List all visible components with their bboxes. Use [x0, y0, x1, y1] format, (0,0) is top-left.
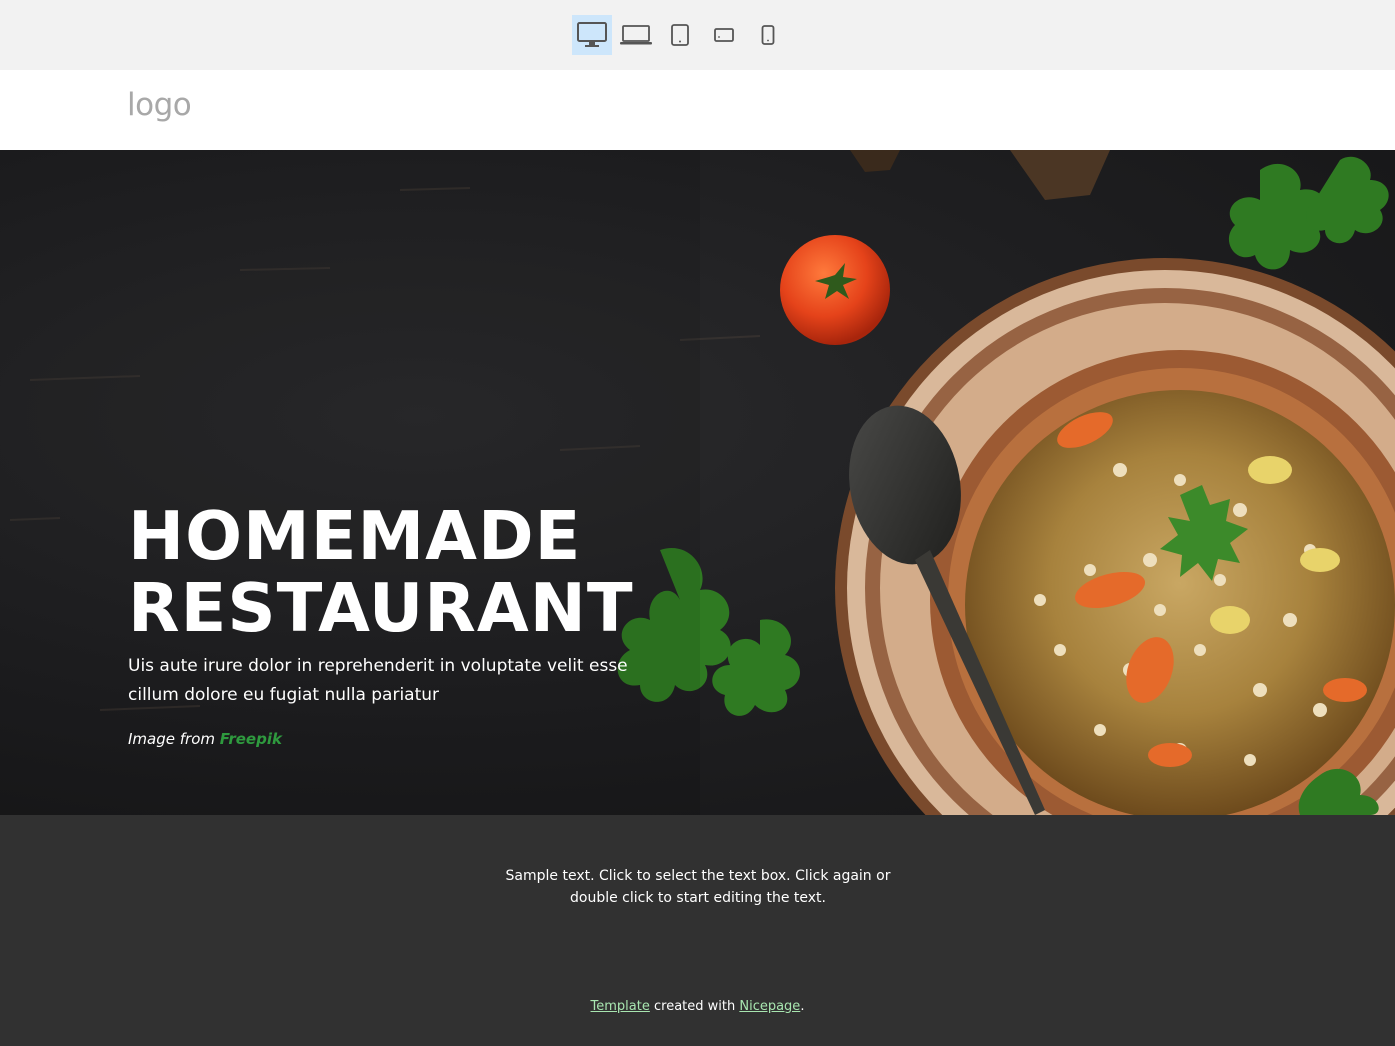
- hero-food-image: [0, 150, 1395, 815]
- hero-section: HOMEMADE RESTAURANT Uis aute irure dolor…: [0, 150, 1395, 815]
- image-credit: Image from Freepik: [128, 730, 282, 748]
- phone-icon: [761, 25, 775, 45]
- phone-view-button[interactable]: [748, 15, 788, 55]
- hero-title: HOMEMADE RESTAURANT: [128, 500, 634, 644]
- hero-title-line-1: HOMEMADE: [128, 497, 582, 575]
- tablet-view-button[interactable]: [660, 15, 700, 55]
- site-header: logo: [0, 70, 1395, 150]
- tablet-landscape-view-button[interactable]: [704, 15, 744, 55]
- desktop-icon: [577, 22, 607, 47]
- footer-credit: Template created with Nicepage.: [0, 999, 1395, 1014]
- image-credit-prefix: Image from: [128, 730, 220, 748]
- footer-end-text: .: [800, 999, 805, 1014]
- desktop-view-button[interactable]: [572, 15, 612, 55]
- template-link[interactable]: Template: [591, 999, 650, 1014]
- laptop-icon: [620, 25, 652, 45]
- hero-subtitle: Uis aute irure dolor in reprehenderit in…: [128, 656, 628, 705]
- laptop-view-button[interactable]: [616, 15, 656, 55]
- device-toolbar: [0, 0, 1395, 70]
- tablet-landscape-icon: [714, 28, 734, 42]
- nicepage-link[interactable]: Nicepage: [739, 999, 800, 1014]
- content-section: Sample text. Click to select the text bo…: [0, 815, 1395, 1046]
- freepik-link[interactable]: Freepik: [220, 730, 282, 748]
- hero-title-line-2: RESTAURANT: [128, 569, 634, 647]
- footer-middle-text: created with: [649, 999, 740, 1014]
- tablet-icon: [671, 24, 689, 46]
- sample-text[interactable]: Sample text. Click to select the text bo…: [480, 865, 916, 909]
- site-logo[interactable]: logo: [127, 87, 192, 123]
